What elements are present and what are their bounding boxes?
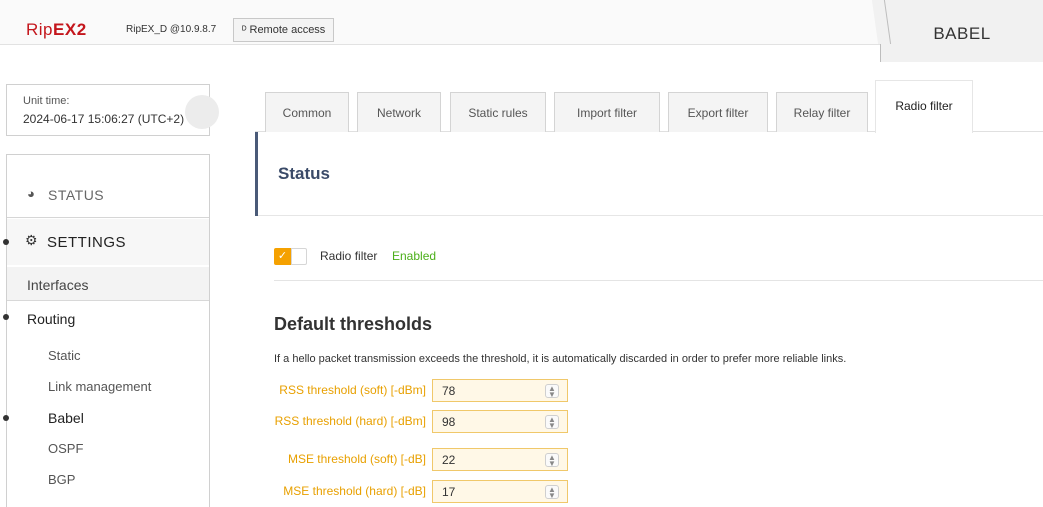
tab-network[interactable]: Network <box>357 92 441 132</box>
main-content: Common Network Static rules Import filte… <box>255 62 1043 507</box>
page-title: BABEL <box>933 24 991 43</box>
sidebar-item-label: Interfaces <box>27 277 89 293</box>
mse-hard-value: 17 <box>442 485 456 499</box>
mse-hard-input[interactable]: 17 ▲ ▼ <box>432 480 568 503</box>
sidebar: ◕ STATUS ⚙ SETTINGS Interfaces Routing S… <box>3 154 210 507</box>
sidebar-item-routing[interactable]: Routing <box>3 302 209 332</box>
sidebar-status-label: STATUS <box>48 187 105 203</box>
sidebar-item-label: OSPF <box>48 441 84 456</box>
spinner-icon[interactable]: ▲ ▼ <box>545 485 559 500</box>
tab-relay-filter[interactable]: Relay filter <box>776 92 868 132</box>
mse-hard-row: MSE threshold (hard) [-dB] <box>255 479 426 503</box>
status-panel: Status <box>255 132 1043 216</box>
default-thresholds-description: If a hello packet transmission exceeds t… <box>274 353 847 365</box>
unit-time-label: Unit time: <box>23 95 70 107</box>
mse-soft-value: 22 <box>442 453 456 467</box>
mse-hard-label: MSE threshold (hard) [-dB] <box>283 484 426 498</box>
sidebar-item-label: BGP <box>48 472 76 487</box>
sidebar-item-label: Babel <box>48 410 84 426</box>
unit-time-box: Unit time: 2024-06-17 15:06:27 (UTC+2) <box>6 84 219 136</box>
spinner-icon[interactable]: ▲ ▼ <box>545 415 559 430</box>
device-address: RipEX_D @10.9.8.7 <box>126 24 217 35</box>
radio-filter-label: Radio filter <box>320 249 378 263</box>
tab-export-filter[interactable]: Export filter <box>668 92 768 132</box>
tab-import-filter[interactable]: Import filter <box>554 92 660 132</box>
sidebar-item-bgp[interactable]: BGP <box>7 465 209 495</box>
sidebar-item-static[interactable]: Static <box>7 341 209 371</box>
check-icon: ✓ <box>274 248 291 265</box>
spinner-icon[interactable]: ▲ ▼ <box>545 384 559 399</box>
unit-time-value: 2024-06-17 15:06:27 (UTC+2) <box>23 112 185 126</box>
status-accent-bar <box>255 132 258 216</box>
divider <box>274 280 1043 281</box>
mse-soft-label: MSE threshold (soft) [-dB] <box>287 452 426 466</box>
remote-access-button[interactable]: ᴰ Remote access <box>233 18 335 42</box>
radio-filter-toggle[interactable]: ✓ <box>274 248 307 265</box>
rss-hard-label: RSS threshold (hard) [-dBm] <box>274 414 426 428</box>
sidebar-item-label: Routing <box>27 311 76 327</box>
rss-hard-row: RSS threshold (hard) [-dBm] <box>255 409 426 433</box>
tab-common[interactable]: Common <box>265 92 349 132</box>
mse-soft-input[interactable]: 22 ▲ ▼ <box>432 448 568 471</box>
rss-soft-label: RSS threshold (soft) [-dBm] <box>279 383 426 397</box>
spinner-icon[interactable]: ▲ ▼ <box>545 453 559 468</box>
rss-hard-input[interactable]: 98 ▲ ▼ <box>432 410 568 433</box>
sidebar-item-link-management[interactable]: Link management <box>7 372 209 402</box>
radio-filter-state: Enabled <box>392 249 437 263</box>
sidebar-settings-label: SETTINGS <box>47 234 127 251</box>
sidebar-item-status[interactable]: ◕ STATUS <box>7 155 209 218</box>
active-bullet <box>3 239 9 245</box>
rss-soft-input[interactable]: 78 ▲ ▼ <box>432 379 568 402</box>
sidebar-item-ospf[interactable]: OSPF <box>7 434 209 464</box>
toggle-knob <box>291 248 307 265</box>
tab-static-rules[interactable]: Static rules <box>450 92 546 132</box>
sidebar-item-babel[interactable]: Babel <box>3 403 209 433</box>
gauge-icon: ◕ <box>27 186 35 201</box>
remote-access-label: Remote access <box>249 24 326 36</box>
refresh-icon[interactable] <box>185 95 219 129</box>
sidebar-item-interfaces[interactable]: Interfaces <box>7 267 209 301</box>
tab-radio-filter[interactable]: Radio filter <box>875 80 973 133</box>
status-title: Status <box>278 164 330 183</box>
sidebar-item-label: Link management <box>48 379 152 394</box>
tab-bar: Common Network Static rules Import filte… <box>255 62 1043 133</box>
rss-soft-value: 78 <box>442 384 456 398</box>
sidebar-item-settings[interactable]: ⚙ SETTINGS <box>3 219 209 265</box>
page-tab-babel: BABEL <box>880 0 1043 62</box>
sidebar-item-label: Static <box>48 348 81 363</box>
rss-soft-row: RSS threshold (soft) [-dBm] <box>255 378 426 402</box>
active-bullet <box>3 415 9 421</box>
gears-icon: ⚙ <box>25 232 38 248</box>
mse-soft-row: MSE threshold (soft) [-dB] <box>255 447 426 471</box>
antenna-icon: ᴰ <box>242 25 247 36</box>
rss-hard-value: 98 <box>442 415 456 429</box>
ripex-logo: RipEX2 <box>26 20 87 39</box>
active-bullet <box>3 314 9 320</box>
default-thresholds-title: Default thresholds <box>274 314 433 334</box>
